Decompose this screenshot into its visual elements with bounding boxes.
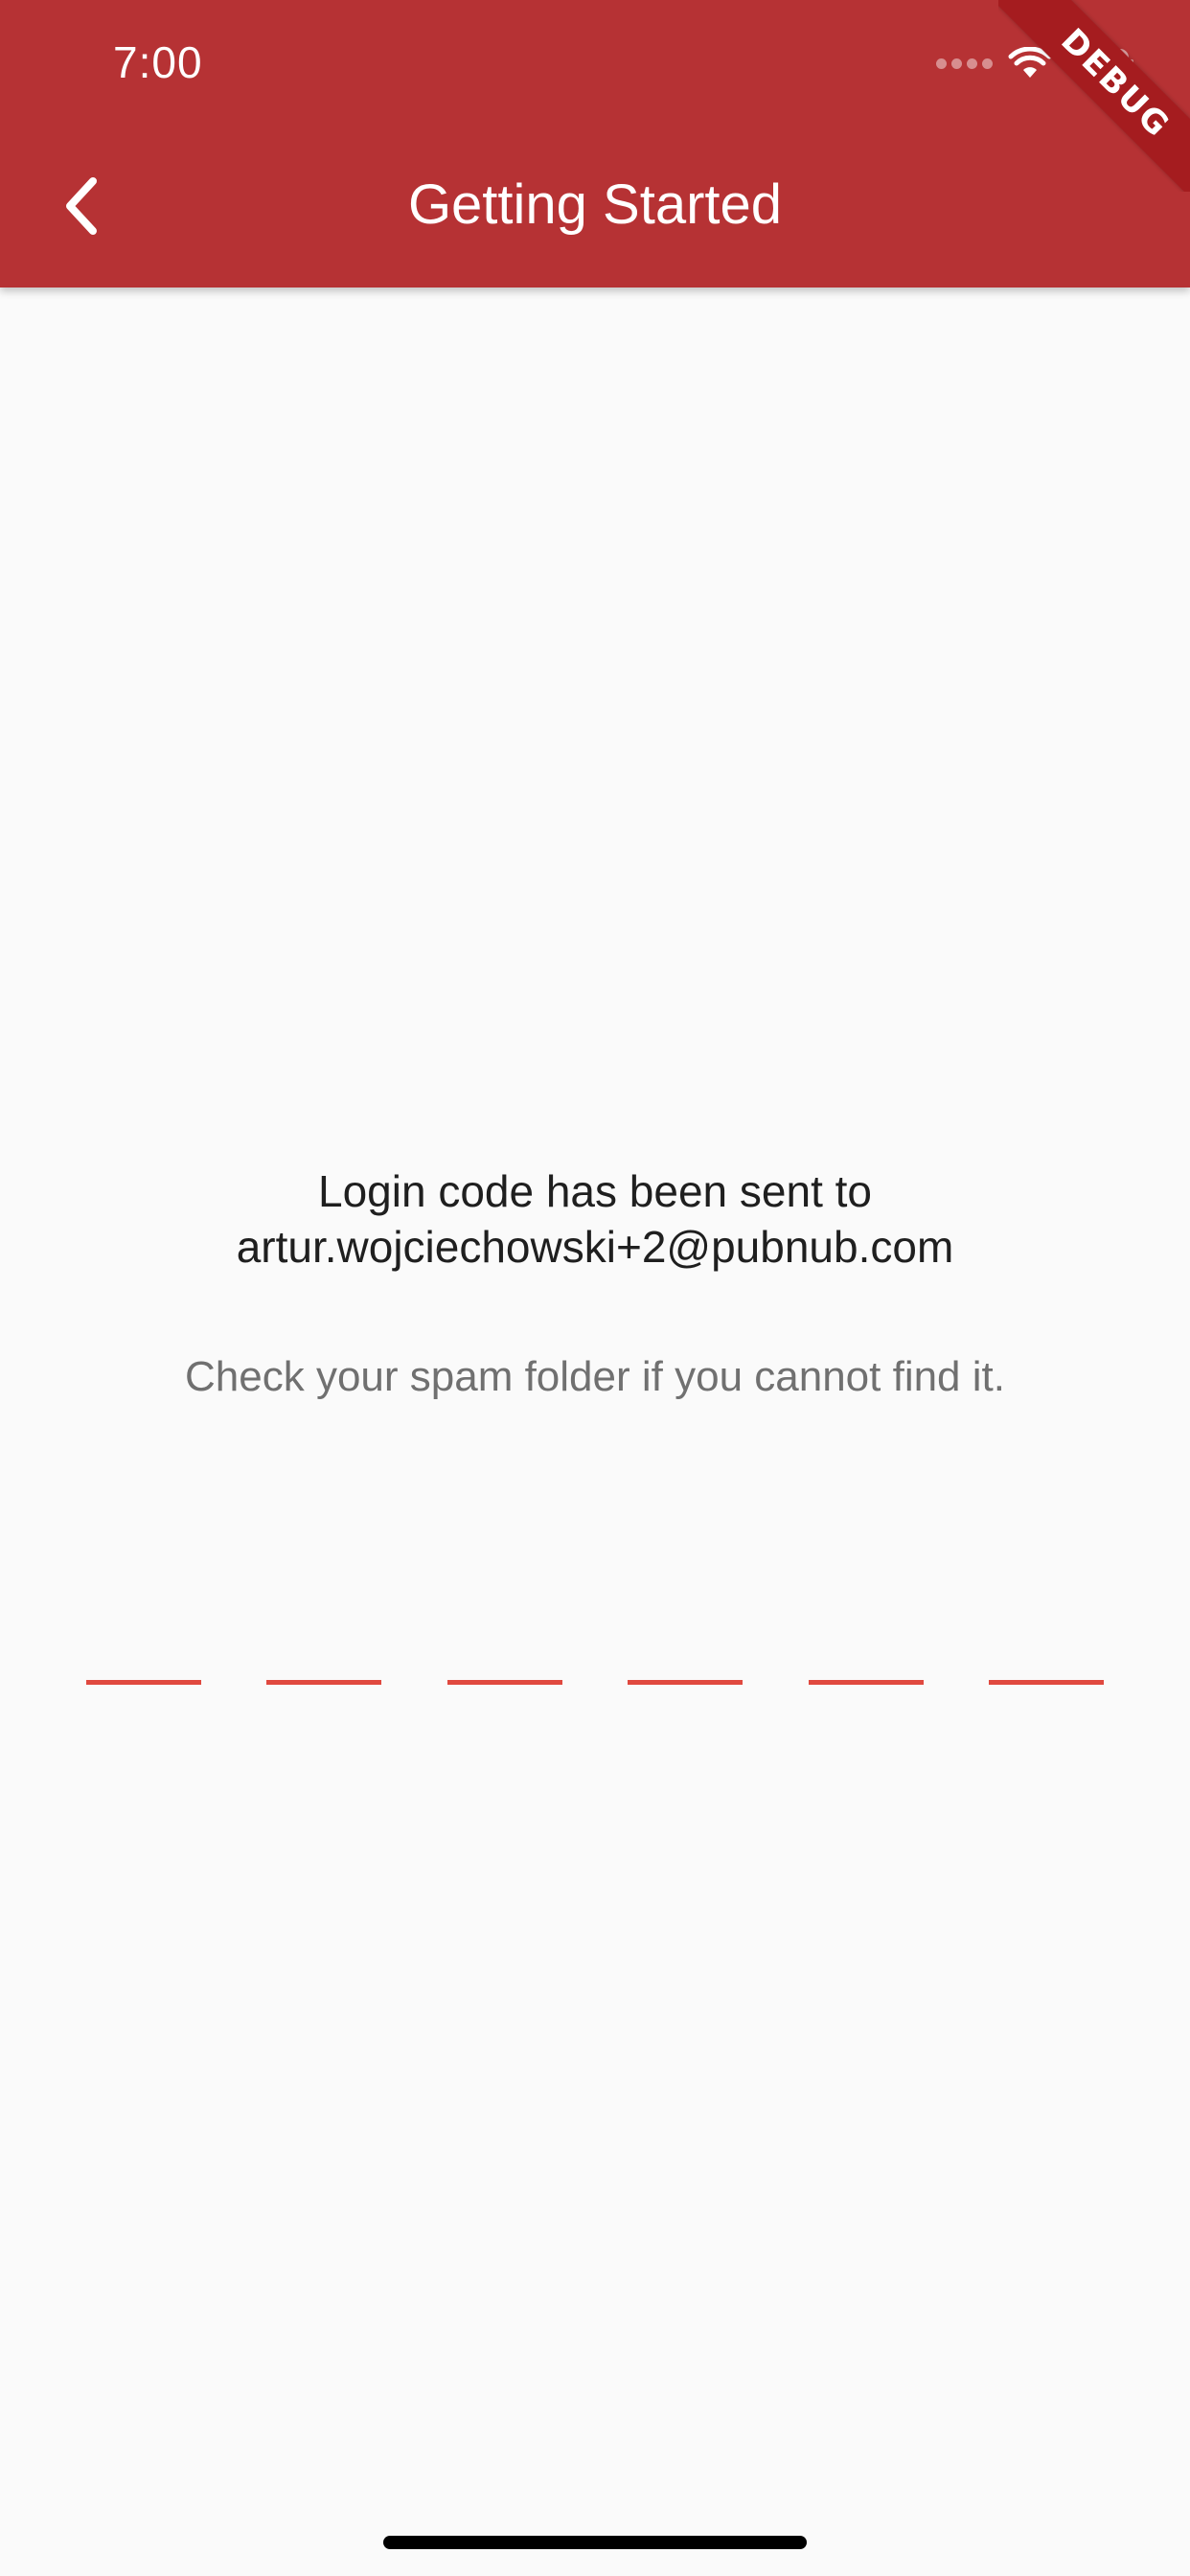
code-digit-6[interactable]	[988, 1631, 1104, 1685]
code-digit-3[interactable]	[446, 1631, 562, 1685]
recipient-email: artur.wojciechowski+2@pubnub.com	[236, 1222, 954, 1272]
code-digit-2[interactable]	[266, 1631, 382, 1685]
app-bar: 7:00 Getting Started	[0, 0, 1190, 288]
battery-icon	[1067, 49, 1133, 78]
cellular-signal-icon	[936, 58, 993, 69]
home-indicator[interactable]	[383, 2536, 807, 2549]
login-code-input	[86, 1631, 1104, 1685]
code-digit-4[interactable]	[628, 1631, 744, 1685]
status-time: 7:00	[113, 37, 203, 87]
code-digit-5[interactable]	[808, 1631, 924, 1685]
page-title: Getting Started	[407, 173, 783, 236]
code-sent-label: Login code has been sent to	[317, 1166, 872, 1216]
wifi-icon	[1008, 47, 1052, 78]
battery-level	[1073, 55, 1117, 72]
verification-message: Login code has been sent to artur.wojcie…	[0, 1163, 1190, 1401]
code-digit-1[interactable]	[86, 1631, 201, 1685]
status-icons	[936, 42, 1133, 84]
spam-folder-hint: Check your spam folder if you cannot fin…	[185, 1353, 1005, 1400]
